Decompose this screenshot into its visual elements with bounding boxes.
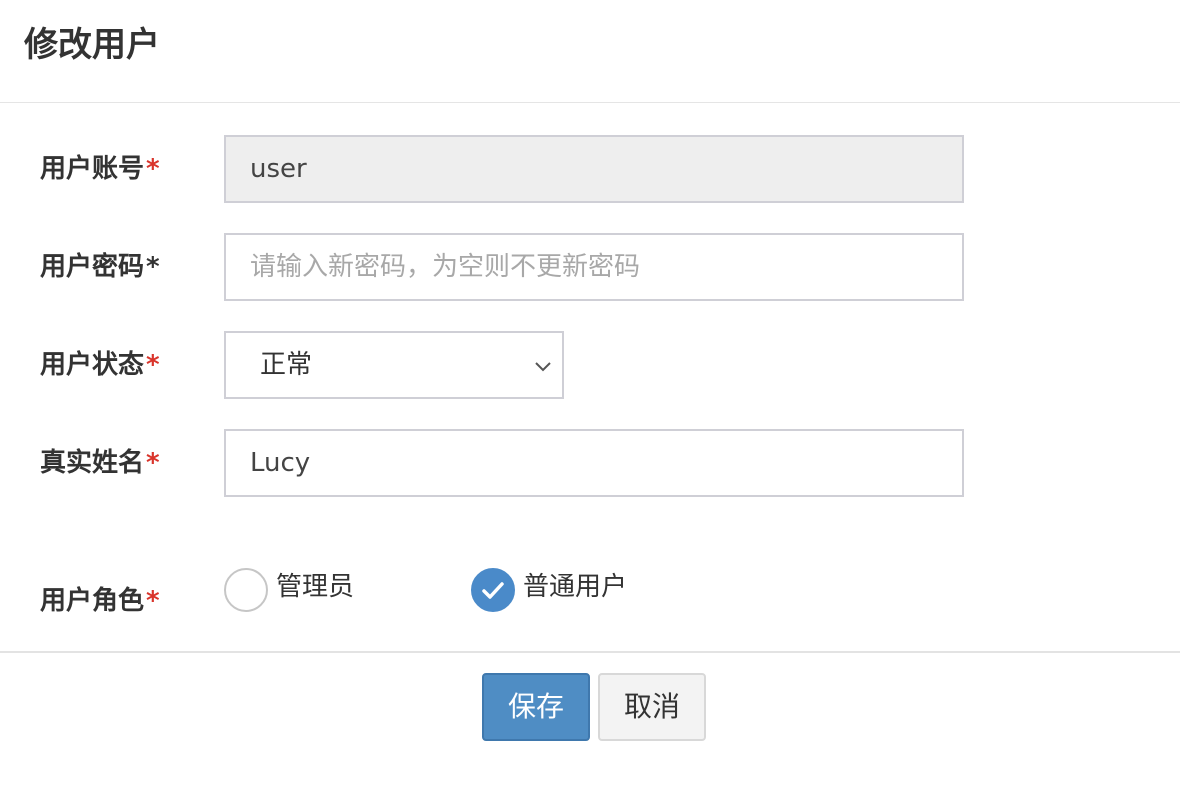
account-label: 用户账号* xyxy=(40,151,160,187)
cancel-button[interactable]: 取消 xyxy=(598,673,706,741)
chevron-down-icon xyxy=(535,362,551,372)
radio-label-normal-user[interactable]: 普通用户 xyxy=(523,569,627,605)
required-marker: * xyxy=(146,586,160,616)
dialog-title: 修改用户 xyxy=(24,25,160,65)
password-label-text: 用户密码 xyxy=(40,252,145,282)
status-select[interactable]: 正常 xyxy=(224,331,564,399)
dialog-header: 修改用户 xyxy=(0,0,1180,103)
real-name-label-text: 真实姓名 xyxy=(40,448,145,478)
role-label: 用户角色* xyxy=(40,583,160,619)
check-icon xyxy=(482,582,504,599)
password-label: 用户密码* xyxy=(40,249,160,285)
role-label-text: 用户角色 xyxy=(40,586,145,616)
real-name-input[interactable]: Lucy xyxy=(224,429,964,497)
status-label: 用户状态* xyxy=(40,347,160,383)
password-input[interactable]: 请输入新密码，为空则不更新密码 xyxy=(224,233,964,301)
save-button[interactable]: 保存 xyxy=(482,673,590,741)
radio-unchecked-icon[interactable] xyxy=(224,568,268,612)
radio-label-admin[interactable]: 管理员 xyxy=(276,569,354,605)
status-label-text: 用户状态 xyxy=(40,350,145,380)
required-marker: * xyxy=(146,252,160,282)
account-input[interactable]: user xyxy=(224,135,964,203)
status-selected-value: 正常 xyxy=(260,350,313,380)
required-marker: * xyxy=(146,350,160,380)
radio-checked-icon[interactable] xyxy=(471,568,515,612)
real-name-label: 真实姓名* xyxy=(40,445,160,481)
footer-divider xyxy=(0,651,1180,653)
account-label-text: 用户账号 xyxy=(40,154,145,184)
required-marker: * xyxy=(146,154,160,184)
required-marker: * xyxy=(146,448,160,478)
